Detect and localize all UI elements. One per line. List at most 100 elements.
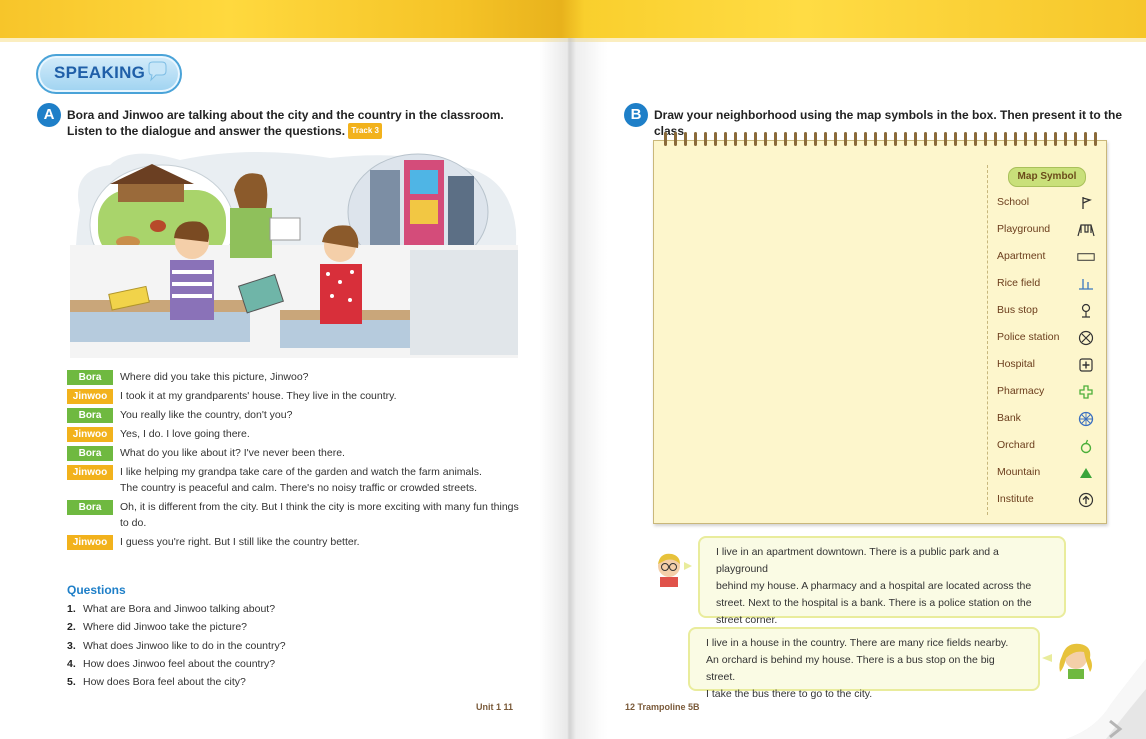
spiral-ring [1084,132,1087,146]
spiral-ring [664,132,667,146]
symbol-row-playground: Playground [997,221,1097,241]
spiral-ring [1074,132,1077,146]
question-item: 4. How does Jinwoo feel about the country… [67,658,286,676]
badge-label: SPEAKING [54,63,146,82]
symbol-row-pharmacy: Pharmacy [997,383,1097,403]
dialogue-line: Jinwoo Yes, I do. I love going there. [67,427,527,442]
questions-title: Questions [67,583,126,597]
question-item: 1. What are Bora and Jinwoo talking about… [67,603,286,621]
symbol-label: Police station [997,331,1060,343]
question-number: 1. [67,603,76,615]
spiral-ring [854,132,857,146]
question-text: Where did Jinwoo take the picture? [83,621,248,634]
speaker-tag-bora: Bora [67,408,113,423]
question-number: 3. [67,639,76,652]
swing-icon [1077,221,1095,239]
dialogue-line: Jinwoo I guess you're right. But I still… [67,535,527,550]
symbol-label: Mountain [997,466,1041,478]
rectangle-icon [1077,248,1095,266]
spiral-ring [924,132,927,146]
speaker-tag-bora: Bora [67,500,113,515]
spiral-ring [944,132,947,146]
symbol-row-institute: Institute [997,491,1097,511]
symbol-row-bus-stop: Bus stop [997,302,1097,322]
spiral-ring [1044,132,1047,146]
track-label[interactable]: Track 3 [348,123,382,139]
legend-title: Map Symbol [1008,167,1086,187]
spiral-ring [734,132,737,146]
symbol-label: Institute [997,493,1034,505]
speaker-tag-bora: Bora [67,446,113,461]
spiral-ring [864,132,867,146]
dialogue-line: Jinwoo I like helping my grandpa take ca… [67,465,527,496]
circle-arrow-icon [1077,491,1095,509]
speaker-tag-jinwoo: Jinwoo [67,465,113,480]
question-text: How does Jinwoo feel about the country? [83,657,276,670]
symbol-label: Orchard [997,439,1035,451]
speech-line: street. Next to the hospital is a bank. … [716,597,1032,609]
utterance: Oh, it is different from the city. But I… [120,499,519,531]
speech-bubble-1: I live in an apartment downtown. There i… [698,536,1066,626]
boy-avatar [658,553,692,587]
speech-bubble-icon [148,61,167,82]
question-text: How does Bora feel about the city? [83,676,246,689]
symbol-label: Pharmacy [997,385,1045,397]
spiral-ring [884,132,887,146]
symbol-row-apartment: Apartment [997,248,1097,268]
left-page-folio: Unit 1 11 [476,702,514,712]
spiral-ring [774,132,777,146]
spiral-ring [764,132,767,146]
speech-bubble-2: I live in a house in the country. There … [688,627,1040,700]
spiral-ring [754,132,757,146]
bus-stop-icon [1077,302,1095,320]
square-cross-icon [1077,356,1095,374]
flag-icon [1077,194,1095,212]
question-text: What are Bora and Jinwoo talking about? [83,603,276,615]
symbol-label: Bank [997,412,1021,424]
question-item: 2. Where did Jinwoo take the picture? [67,621,286,639]
symbol-label: Bus stop [997,304,1038,316]
utterance-line: Oh, it is different from the city. But I… [120,501,519,513]
page-gutter-shade [568,38,608,739]
symbol-row-bank: Bank [997,410,1097,430]
symbol-label: School [997,196,1030,208]
spiral-ring [1054,132,1057,146]
circle-cross-icon [1077,410,1095,428]
dialogue-line: Jinwoo I took it at my grandparents' hou… [67,389,527,404]
spiral-ring [794,132,797,146]
spiral-ring [964,132,967,146]
spiral-ring [1004,132,1007,146]
spiral-ring [1034,132,1037,146]
spiral-ring [814,132,817,146]
speaker-tag-jinwoo: Jinwoo [67,389,113,404]
section-a-text: Bora and Jinwoo are talking about the ci… [67,108,504,138]
question-number: 2. [67,621,76,634]
rice-field-icon [1077,275,1095,293]
spiral-ring [674,132,677,146]
utterance-line: I like helping my grandpa take care of t… [120,466,482,478]
dialogue-line: Bora Where did you take this picture, Ji… [67,370,527,385]
symbol-row-school: School [997,194,1097,214]
speech-line: I live in an apartment downtown. There i… [716,546,999,575]
speech-line: An orchard is behind my house. There is … [706,654,995,683]
spiral-ring [874,132,877,146]
spiral-ring [844,132,847,146]
utterance: What do you like about it? I've never be… [120,447,345,459]
classroom-illustration [70,151,518,358]
utterance: I like helping my grandpa take care of t… [120,464,482,496]
utterance: I took it at my grandparents' house. The… [120,390,397,402]
symbol-label: Hospital [997,358,1035,370]
spiral-ring [824,132,827,146]
question-number: 5. [67,676,76,689]
spiral-ring [934,132,937,146]
dialogue: Bora Where did you take this picture, Ji… [67,370,527,554]
page-turn-corner[interactable] [1066,659,1146,739]
speech-line: I take the bus there to go to the city. [706,688,873,700]
spiral-ring [1094,132,1097,146]
circle-x-icon [1077,329,1095,347]
spiral-ring [804,132,807,146]
question-item: 5. How does Bora feel about the city? [67,676,286,694]
spiral-ring [1014,132,1017,146]
spiral-ring [714,132,717,146]
speaker-tag-jinwoo: Jinwoo [67,427,113,442]
